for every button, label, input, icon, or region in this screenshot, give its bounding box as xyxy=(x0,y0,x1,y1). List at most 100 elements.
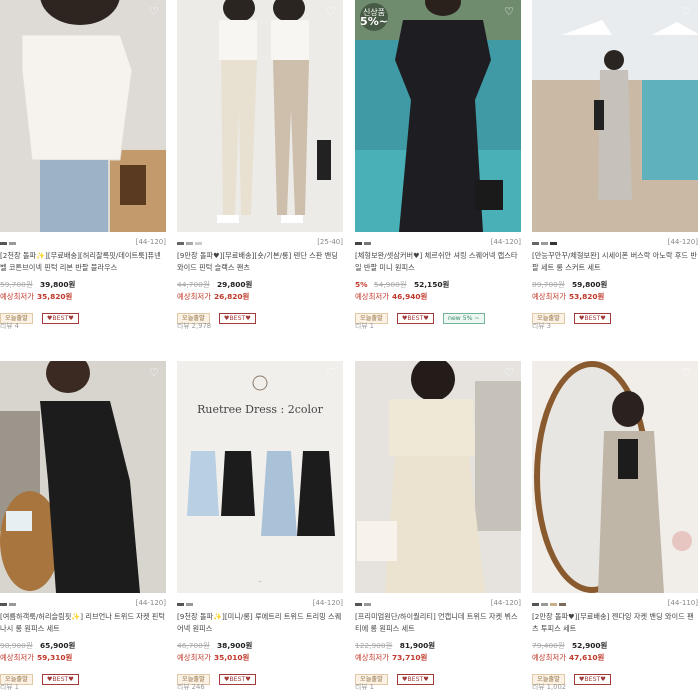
review-count: 리뷰 1 xyxy=(355,683,374,691)
product-card[interactable]: ♡ [44-110] [2만장 돌파♥][무료배송] 젠다잉 자켓 밴딩 와이드… xyxy=(532,361,700,691)
size-range: [25-40] xyxy=(317,238,343,246)
best-tag: ♥BEST♥ xyxy=(218,313,256,324)
wishlist-heart-icon[interactable]: ♡ xyxy=(148,6,160,18)
size-range: [44-120] xyxy=(667,238,698,246)
review-count: 리뷰 1,002 xyxy=(532,683,567,691)
product-name[interactable]: [여름하객룩/허리슬림핏✨] 리브언나 트위드 자켓 핀턱 나시 롱 원피스 세… xyxy=(0,611,166,635)
estimated-lowest-price: 예상최저가 35,010원 xyxy=(177,653,250,662)
size-range: [44-120] xyxy=(135,599,166,607)
product-image[interactable]: ♡ xyxy=(0,0,166,232)
product-image[interactable]: ♡ xyxy=(355,361,521,593)
wishlist-heart-icon[interactable]: ♡ xyxy=(503,6,515,18)
product-grid: ♡ [44-120] [2천장 돌파✨][무료배송][허리잘록핏/데이트룩]퓨넨… xyxy=(0,0,700,691)
product-photo-illustration xyxy=(532,0,698,232)
new-sale-badge: 신상품 5%~ xyxy=(360,3,388,31)
estimated-lowest-price: 예상최저가 35,820원 xyxy=(0,292,73,301)
review-count: 리뷰 2,978 xyxy=(177,322,212,330)
estimated-lowest-price: 예상최저가 26,820원 xyxy=(177,292,250,301)
tag-row: 오늘출발 ♥BEST♥ xyxy=(355,666,438,685)
original-price: 98,900원 xyxy=(0,641,33,650)
price-row: 89,700원 59,800원 xyxy=(532,279,698,290)
product-image[interactable]: ♡ xyxy=(532,361,698,593)
product-image[interactable]: 신상품 5%~ ♡ xyxy=(355,0,521,232)
wishlist-heart-icon[interactable]: ♡ xyxy=(680,367,692,379)
sale-price: 52,150원 xyxy=(413,280,450,289)
price-row: 122,900원 81,900원 xyxy=(355,640,521,651)
discount-percent: 5% xyxy=(355,280,368,289)
best-tag: ♥BEST♥ xyxy=(396,313,434,324)
size-range: [44-110] xyxy=(667,599,698,607)
color-swatches xyxy=(355,600,373,608)
price-row: 59,700원 39,800원 xyxy=(0,279,166,290)
review-count: 리뷰 3 xyxy=(532,322,551,330)
price-row: 46,700원 38,900원 xyxy=(177,640,343,651)
original-price: 59,700원 xyxy=(0,280,33,289)
product-name[interactable]: [만능꾸안꾸/체형보완] 시세이폰 버스락 아노락 후드 반팔 세트 롱 스커트… xyxy=(532,250,698,274)
best-tag: ♥BEST♥ xyxy=(573,313,611,324)
product-image[interactable]: Ruetree Dress : 2color ~ ♡ xyxy=(177,361,343,593)
color-swatches xyxy=(532,600,568,608)
sale-price: 59,800원 xyxy=(572,280,608,289)
sale-price: 29,800원 xyxy=(217,280,253,289)
wishlist-heart-icon[interactable]: ♡ xyxy=(325,6,337,18)
tag-row: 오늘출발 ♥BEST♥ xyxy=(532,666,615,685)
sale-price: 81,900원 xyxy=(399,641,436,650)
original-price: 54,900원 xyxy=(373,280,407,289)
tag-row: 오늘출발 ♥BEST♥ xyxy=(0,666,83,685)
product-photo-illustration xyxy=(0,361,166,593)
wishlist-heart-icon[interactable]: ♡ xyxy=(325,367,337,379)
product-name[interactable]: [2천장 돌파✨][무료배송][허리잘록핏/데이트룩]퓨넨벨 코튼브이넥 핀턱 … xyxy=(0,250,166,274)
original-price: 79,400원 xyxy=(532,641,565,650)
product-photo-illustration xyxy=(0,0,166,232)
original-price: 46,700원 xyxy=(177,641,210,650)
new-discount-tag: new 5% ~ xyxy=(442,313,485,324)
product-name[interactable]: [프리미엄원단/하이퀄리티] 언캡니데 트위드 자켓 뷔스티에 롱 원피스 세트 xyxy=(355,611,521,635)
tag-row: 오늘출발 ♥BEST♥ new 5% ~ xyxy=(355,305,489,324)
review-count: 리뷰 246 xyxy=(177,683,205,691)
wishlist-heart-icon[interactable]: ♡ xyxy=(680,6,692,18)
color-swatches xyxy=(0,600,18,608)
size-range: [44-120] xyxy=(312,599,343,607)
product-card[interactable]: 신상품 5%~ ♡ [44-120] [체형보완/셋삼커버♥] 체르쉬안 셔링 스… xyxy=(355,0,525,345)
best-tag: ♥BEST♥ xyxy=(396,674,434,685)
product-image[interactable]: ♡ xyxy=(177,0,343,232)
sale-price: 39,800원 xyxy=(40,280,76,289)
estimated-lowest-price: 예상최저가 73,710원 xyxy=(355,653,428,662)
original-price: 44,700원 xyxy=(177,280,210,289)
tag-row: 오늘출발 ♥BEST♥ xyxy=(177,666,260,685)
product-name[interactable]: [2만장 돌파♥][무료배송] 젠다잉 자켓 밴딩 와이드 팬츠 투피스 세트 xyxy=(532,611,698,635)
product-card[interactable]: ♡ [44-120] [여름하객룩/허리슬림핏✨] 리브언나 트위드 자켓 핀턱… xyxy=(0,361,170,691)
product-photo-illustration xyxy=(355,361,521,593)
review-count: 리뷰 1 xyxy=(0,683,19,691)
product-image[interactable]: ♡ xyxy=(532,0,698,232)
banner-title: Ruetree Dress : 2color xyxy=(197,403,324,416)
size-range: [44-120] xyxy=(490,599,521,607)
price-row: 44,700원 29,800원 xyxy=(177,279,343,290)
product-name[interactable]: [9만장 돌파♥][무료배송][숏/기본/롱] 텐단 스판 밴딩 와이드 핀턱 … xyxy=(177,250,343,274)
estimated-lowest-price: 예상최저가 59,310원 xyxy=(0,653,73,662)
wishlist-heart-icon[interactable]: ♡ xyxy=(148,367,160,379)
product-card[interactable]: ♡ [25-40] [9만장 돌파♥][무료배송][숏/기본/롱] 텐단 스판 … xyxy=(177,0,347,345)
product-name[interactable]: [체형보완/셋삼커버♥] 체르쉬안 셔링 스퀘어넥 랩스타일 반팔 미니 원피스 xyxy=(355,250,521,274)
estimated-lowest-price: 예상최저가 47,610원 xyxy=(532,653,605,662)
color-swatches xyxy=(177,239,204,247)
sale-price: 65,900원 xyxy=(40,641,76,650)
wishlist-heart-icon[interactable]: ♡ xyxy=(503,367,515,379)
original-price: 122,900원 xyxy=(355,641,393,650)
estimated-lowest-price: 예상최저가 53,820원 xyxy=(532,292,605,301)
product-photo-illustration xyxy=(177,0,343,232)
product-card[interactable]: Ruetree Dress : 2color ~ ♡ [44-120] [9천장… xyxy=(177,361,347,691)
price-row: 79,400원 52,900원 xyxy=(532,640,698,651)
product-card[interactable]: ♡ [44-120] [프리미엄원단/하이퀄리티] 언캡니데 트위드 자켓 뷔스… xyxy=(355,361,525,691)
svg-text:~: ~ xyxy=(258,579,261,584)
best-tag: ♥BEST♥ xyxy=(41,313,79,324)
color-swatches xyxy=(532,239,559,247)
product-card[interactable]: ♡ [44-120] [만능꾸안꾸/체형보완] 시세이폰 버스락 아노락 후드 … xyxy=(532,0,700,345)
product-name[interactable]: [9천장 돌파✨][미니/롱] 루에트리 트위드 트리밍 스퀘어넥 원피스 xyxy=(177,611,343,635)
product-card[interactable]: ♡ [44-120] [2천장 돌파✨][무료배송][허리잘록핏/데이트룩]퓨넨… xyxy=(0,0,170,345)
product-photo-illustration xyxy=(532,361,698,593)
tag-row: 오늘출발 ♥BEST♥ xyxy=(0,305,83,324)
product-photo-illustration: Ruetree Dress : 2color ~ xyxy=(177,361,343,593)
size-range: [44-120] xyxy=(490,238,521,246)
product-image[interactable]: ♡ xyxy=(0,361,166,593)
